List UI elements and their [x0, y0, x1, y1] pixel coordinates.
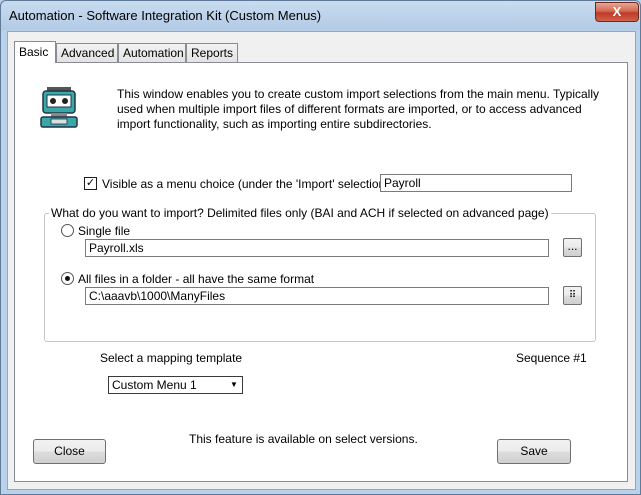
mapping-template-value: Custom Menu 1: [112, 378, 197, 392]
sequence-label: Sequence #1: [516, 351, 587, 365]
visible-menu-checkbox[interactable]: ✓: [84, 177, 97, 190]
dialog-window: Automation - Software Integration Kit (C…: [0, 0, 641, 495]
dialog-client: Basic Advanced Automation Reports This w…: [7, 31, 636, 490]
tab-automation[interactable]: Automation: [118, 43, 186, 62]
single-file-radio[interactable]: [61, 224, 74, 237]
folder-browse-button[interactable]: ⠿: [563, 286, 582, 305]
visible-menu-label: Visible as a menu choice (under the 'Imp…: [102, 177, 409, 191]
description-text: This window enables you to create custom…: [117, 87, 599, 131]
window-title: Automation - Software Integration Kit (C…: [9, 8, 322, 23]
tab-reports[interactable]: Reports: [186, 43, 238, 62]
check-icon: ✓: [85, 177, 96, 189]
ellipsis-icon: ...: [567, 239, 578, 253]
tab-label: Reports: [191, 46, 234, 60]
close-icon: X: [612, 4, 622, 19]
single-file-input[interactable]: Payroll.xls: [85, 239, 549, 257]
mapping-template-label: Select a mapping template: [100, 351, 243, 365]
feature-notice: This feature is available on select vers…: [189, 432, 418, 446]
mapping-template-select[interactable]: Custom Menu 1 ▼: [108, 376, 243, 394]
title-bar[interactable]: Automation - Software Integration Kit (C…: [1, 1, 640, 31]
single-file-label: Single file: [78, 224, 131, 238]
tab-label: Automation: [123, 46, 184, 60]
tab-label: Advanced: [61, 46, 115, 60]
tab-label: Basic: [19, 45, 49, 59]
tab-advanced[interactable]: Advanced: [56, 43, 118, 62]
radio-selected-dot: [65, 276, 70, 281]
save-button[interactable]: Save: [497, 439, 571, 464]
robot-icon: [40, 87, 78, 128]
menu-name-input[interactable]: Payroll: [380, 174, 572, 192]
single-file-browse-button[interactable]: ...: [563, 238, 582, 257]
close-button[interactable]: Close: [33, 439, 106, 464]
tab-basic[interactable]: Basic: [14, 41, 56, 63]
folder-browse-icon: ⠿: [568, 290, 577, 301]
import-group-label: What do you want to import? Delimited fi…: [49, 206, 551, 220]
chevron-down-icon: ▼: [230, 380, 238, 389]
basic-tab-page: This window enables you to create custom…: [14, 62, 628, 482]
folder-path-input[interactable]: C:\aaavb\1000\ManyFiles: [85, 287, 549, 305]
folder-radio[interactable]: [61, 272, 74, 285]
folder-label: All files in a folder - all have the sam…: [78, 272, 315, 286]
window-close-button[interactable]: X: [595, 2, 639, 22]
